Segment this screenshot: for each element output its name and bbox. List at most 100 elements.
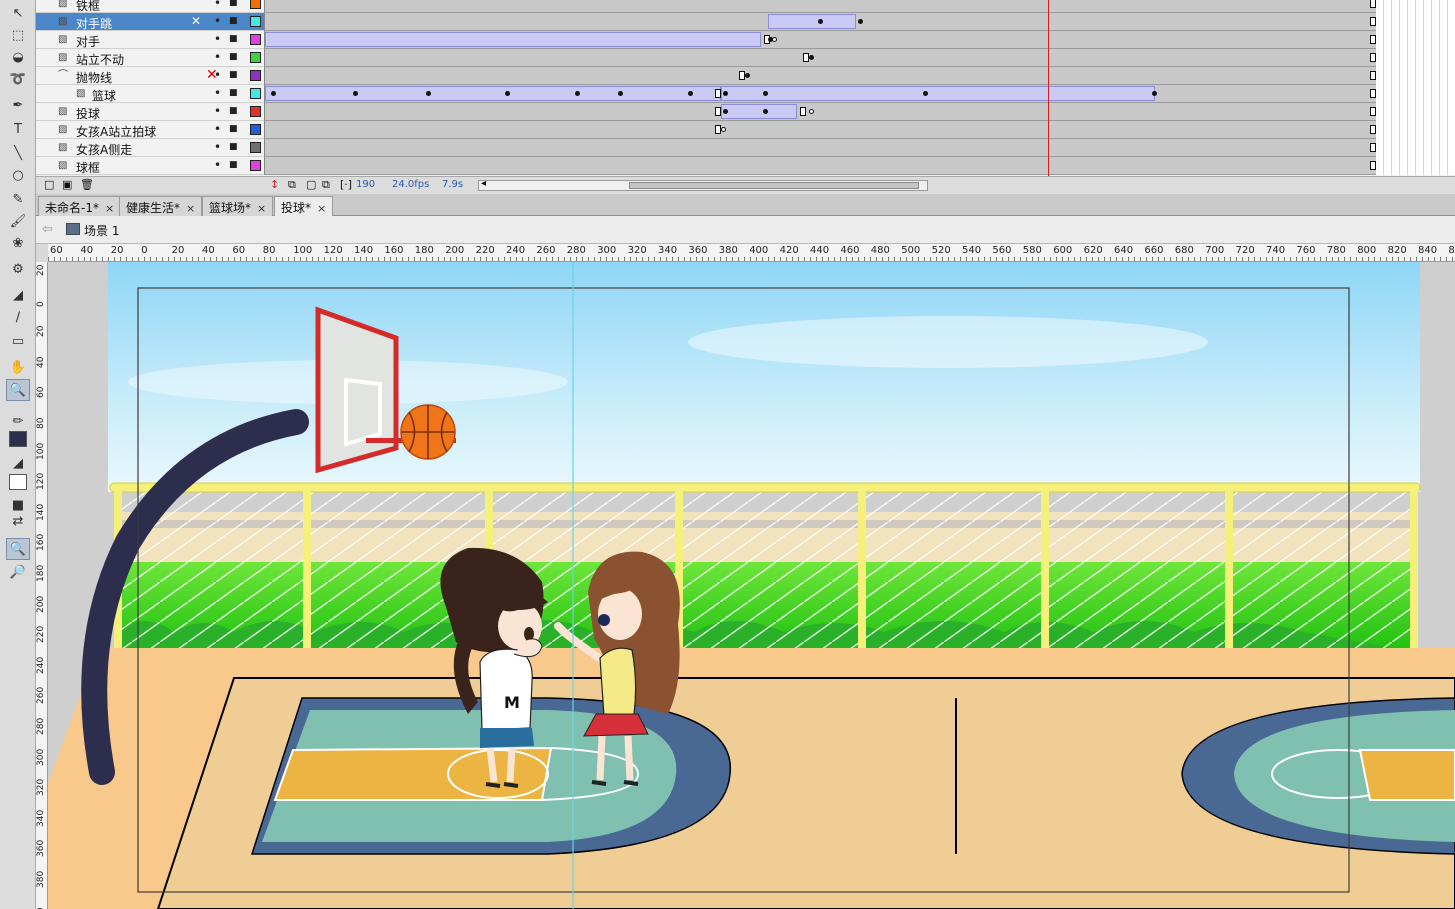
layer-outline-color[interactable] [250,106,261,117]
keyframe[interactable] [353,91,358,96]
layer-frames[interactable] [264,31,1376,49]
visibility-toggle[interactable]: • [214,158,221,172]
lock-icon[interactable]: ■ [229,70,238,80]
close-icon[interactable]: × [317,202,326,215]
lasso-tool-icon[interactable]: ➰ [6,68,30,90]
keyframe[interactable] [818,19,823,24]
playhead[interactable] [1048,0,1049,178]
modify-markers-icon[interactable]: [·] [340,178,352,191]
keyframe[interactable] [723,91,728,96]
timeline-layer-row[interactable]: ⌒ 抛物线 ✕ • ■ [36,67,1455,85]
motion-tween-span[interactable] [265,32,761,47]
oval-tool-icon[interactable]: ○ [6,164,30,186]
fill-color-swatch[interactable] [9,474,27,490]
layer-outline-color[interactable] [250,16,261,27]
layer-frames[interactable] [264,121,1376,139]
lock-icon[interactable]: ■ [229,106,238,116]
empty-frames[interactable] [1376,13,1455,31]
stage-canvas[interactable]: M [48,262,1455,909]
pen-tool-icon[interactable]: ✒ [6,94,30,116]
motion-tween-span[interactable] [768,14,856,29]
lock-icon[interactable]: ■ [229,16,238,26]
lock-icon[interactable]: ■ [229,0,238,8]
keyframe[interactable] [618,91,623,96]
tab-untitled-1[interactable]: 未命名-1* × [38,196,122,216]
timeline-scrollbar[interactable]: ◂ [478,178,928,191]
close-icon[interactable]: × [257,202,266,215]
empty-frames[interactable] [1376,0,1455,13]
scroll-left-icon[interactable]: ◂ [481,178,486,189]
timeline-layer-row[interactable]: ▧ 对手 • ■ [36,31,1455,49]
layer-name-cell[interactable]: ▧ 篮球 • ■ [36,85,264,103]
bone-tool-icon[interactable]: ⚙ [6,258,30,280]
keyframe[interactable] [745,73,750,78]
empty-frames[interactable] [1376,49,1455,67]
empty-frames[interactable] [1376,103,1455,121]
timeline-layer-row[interactable]: ▧ 站立不动 • ■ [36,49,1455,67]
tab-shoot-ball[interactable]: 投球* × [274,196,334,216]
fill-color-icon[interactable]: ◢ [6,452,30,474]
new-layer-icon[interactable]: □ [44,178,54,191]
selection-tool-icon[interactable]: ↖ [6,2,30,24]
layer-frames[interactable] [264,67,1376,85]
paint-bucket-tool-icon[interactable]: ◢ [6,284,30,306]
layer-name-cell[interactable]: ▧ 球框 • ■ [36,157,264,175]
close-icon[interactable]: × [105,202,114,215]
visibility-toggle[interactable]: • [214,68,221,82]
visibility-toggle[interactable]: • [214,50,221,64]
keyframe[interactable] [271,91,276,96]
brush-tool-icon[interactable]: 🖌 [6,210,30,232]
lock-icon[interactable]: ■ [229,142,238,152]
zoom-in-icon[interactable]: 🔍 [6,538,30,560]
timeline-layer-row[interactable]: ▧ 女孩A站立拍球 • ■ [36,121,1455,139]
pencil-tool-icon[interactable]: ✎ [6,188,30,210]
layer-outline-color[interactable] [250,34,261,45]
keyframe[interactable] [426,91,431,96]
layer-frames[interactable] [264,85,1376,103]
swap-colors-icon[interactable]: ⇄ [6,510,30,532]
eyedropper-tool-icon[interactable]: ∕ [6,306,30,328]
onion-outline-icon[interactable]: ▢ [306,178,316,191]
timeline-layer-row[interactable]: ▧ 铁框 • ■ [36,0,1455,13]
stroke-color-swatch[interactable] [9,431,27,447]
keyframe[interactable] [1152,91,1157,96]
zoom-tool-icon[interactable]: 🔍 [6,379,30,401]
visibility-toggle[interactable]: • [214,122,221,136]
layer-outline-color[interactable] [250,88,261,99]
3d-rotation-tool-icon[interactable]: ◒ [6,46,30,68]
hand-tool-icon[interactable]: ✋ [6,356,30,378]
free-transform-tool-icon[interactable]: ⬚ [6,24,30,46]
layer-name-cell[interactable]: ▧ 对手 • ■ [36,31,264,49]
tab-basketball-court[interactable]: 篮球场* × [202,196,274,216]
empty-frames[interactable] [1376,139,1455,157]
layer-frames[interactable] [264,49,1376,67]
scene-breadcrumb[interactable]: 场景 1 [84,222,119,239]
end-frame[interactable] [800,107,806,116]
lock-icon[interactable]: ■ [229,124,238,134]
edit-multiple-icon[interactable]: ⧉ [322,178,330,192]
keyframe[interactable] [763,91,768,96]
layer-name-cell[interactable]: ⌒ 抛物线 ✕ • ■ [36,67,264,85]
stroke-color-icon[interactable]: ✏ [6,410,30,432]
frame-rate[interactable]: 24.0fps [392,179,429,190]
timeline-layer-row[interactable]: ▧ 女孩A侧走 • ■ [36,139,1455,157]
visibility-toggle[interactable]: • [214,14,221,28]
text-tool-icon[interactable]: T [6,118,30,140]
layer-name-cell[interactable]: ▧ 对手跳 ✕ • ■ [36,13,264,31]
new-folder-icon[interactable]: ▣ [62,178,72,191]
layer-frames[interactable] [264,139,1376,157]
deco-tool-icon[interactable]: ❀ [6,232,30,254]
layer-name-cell[interactable]: ▧ 女孩A站立拍球 • ■ [36,121,264,139]
keyframe[interactable] [505,91,510,96]
empty-frames[interactable] [1376,31,1455,49]
empty-frames[interactable] [1376,121,1455,139]
layer-outline-color[interactable] [250,52,261,63]
empty-frames[interactable] [1376,67,1455,85]
layer-name-cell[interactable]: ▧ 铁框 • ■ [36,0,264,13]
zoom-out-icon[interactable]: 🔎 [6,561,30,583]
visibility-toggle[interactable]: • [214,0,221,10]
delete-layer-icon[interactable]: 🗑 [80,178,94,191]
keyframe[interactable] [809,55,814,60]
visibility-toggle[interactable]: • [214,32,221,46]
close-icon[interactable]: × [186,202,195,215]
